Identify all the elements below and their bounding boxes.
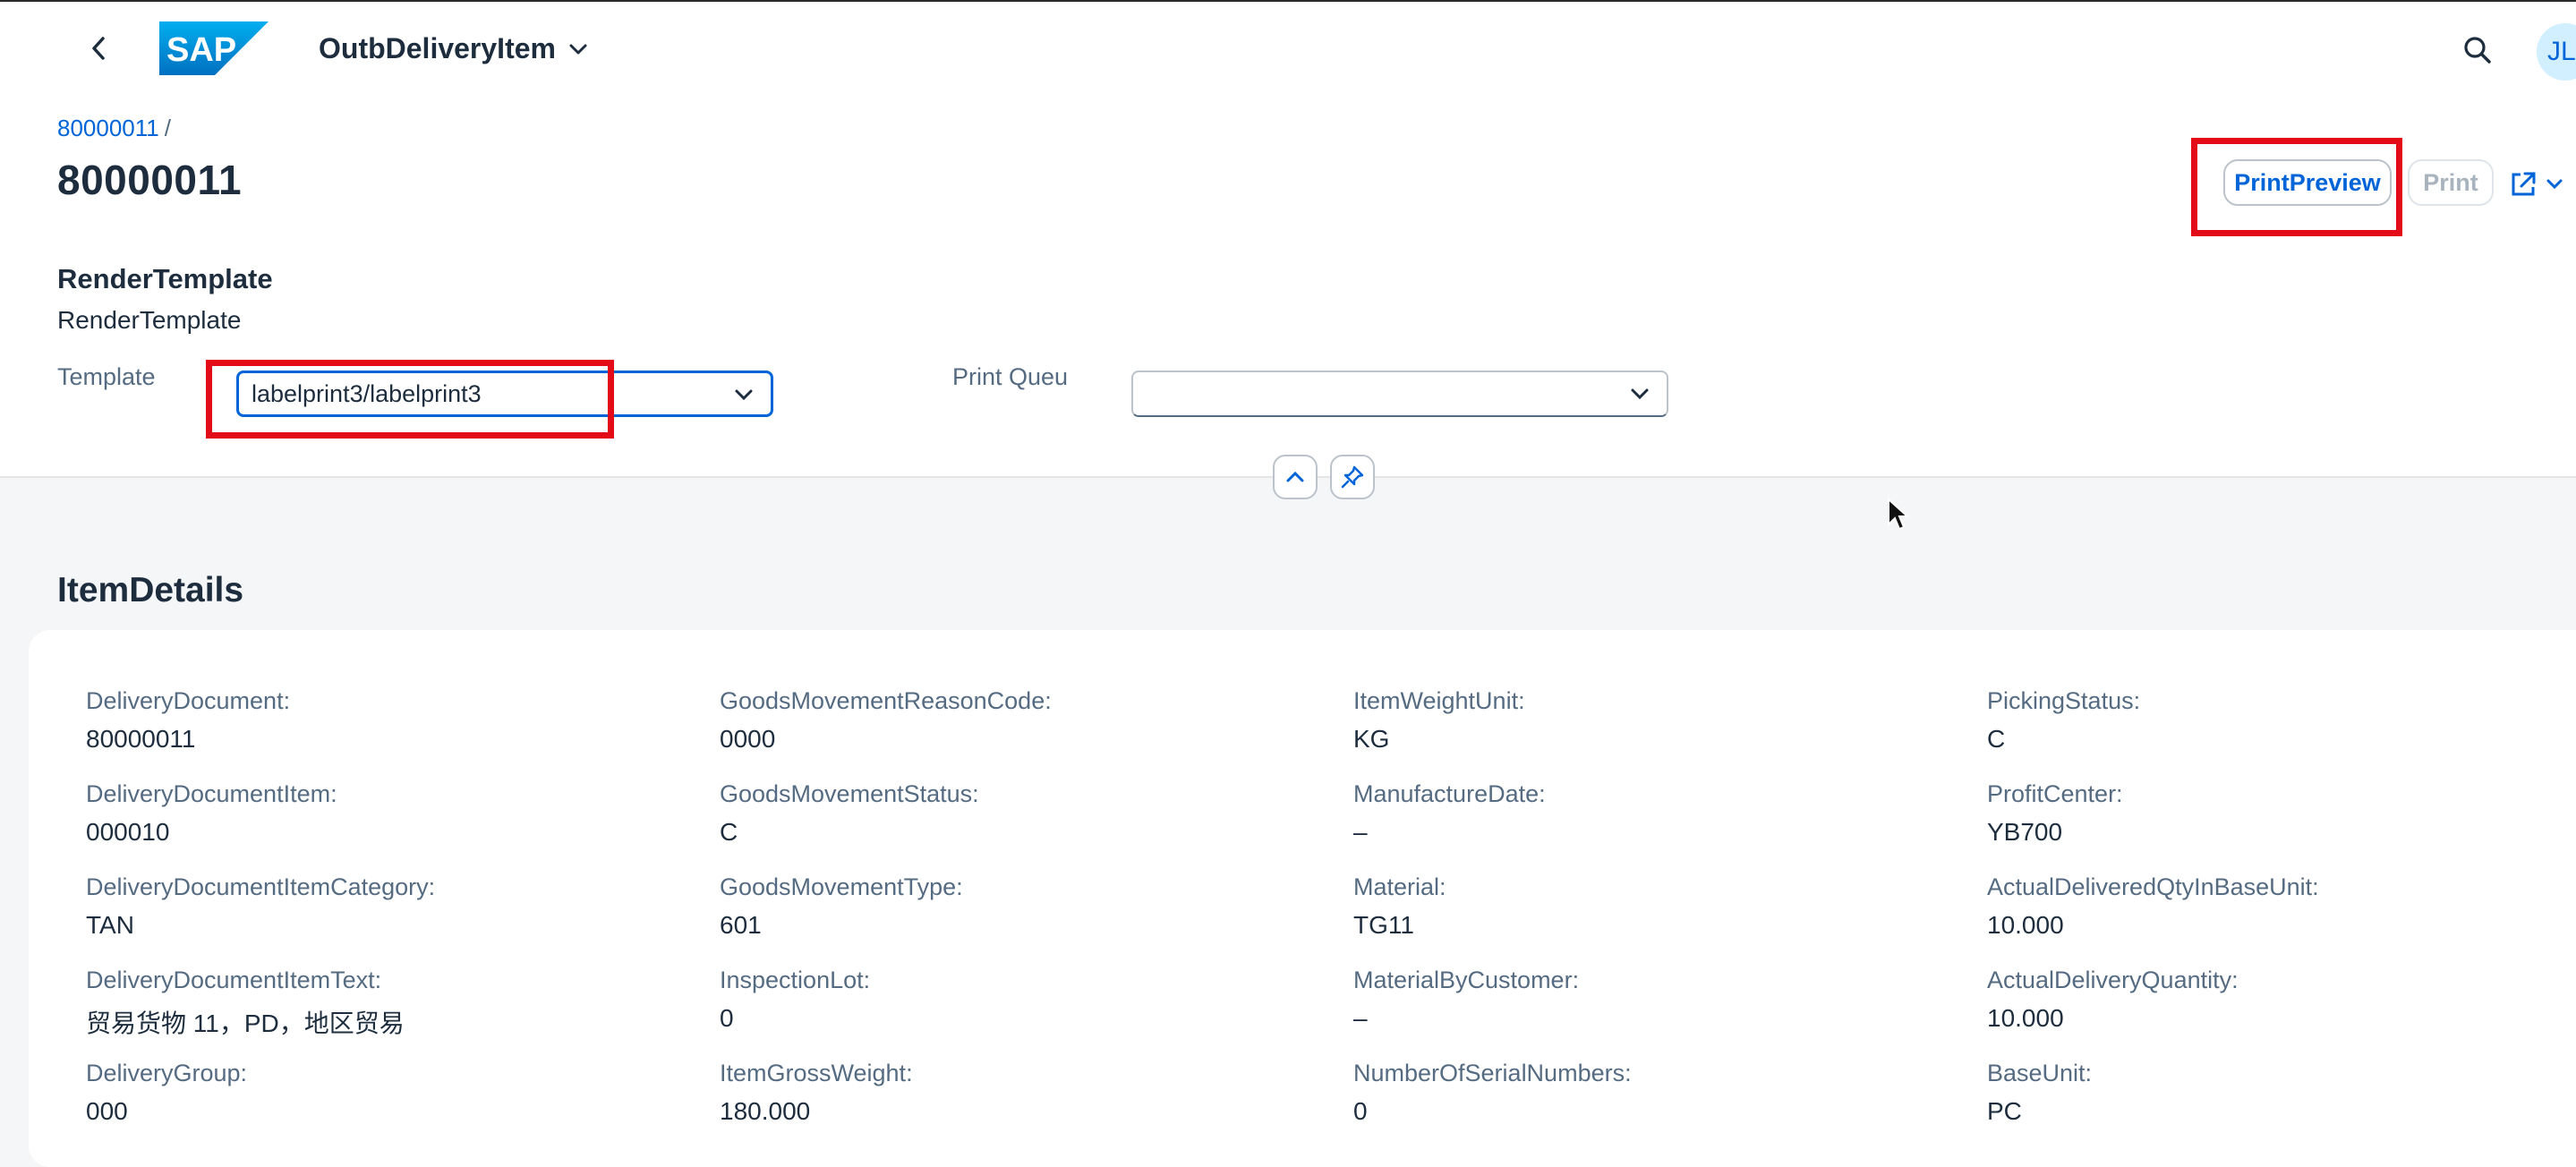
- field-value: C: [720, 818, 738, 846]
- field-value: 180.000: [720, 1097, 811, 1125]
- field-label: ProfitCenter:: [1987, 780, 2123, 807]
- app-title-menu[interactable]: OutbDeliveryItem: [319, 32, 588, 65]
- field-label: GoodsMovementStatus:: [720, 780, 979, 807]
- field-value: 0000: [720, 725, 776, 753]
- object-page-header: 80000011/ 80000011 PrintPreview Print Re…: [0, 97, 2576, 531]
- pin-header-button[interactable]: [1330, 455, 1375, 499]
- collapse-header-button[interactable]: [1273, 455, 1318, 499]
- field-value: TG11: [1353, 911, 1414, 939]
- breadcrumb: 80000011/: [57, 115, 171, 142]
- field-profit-center: ProfitCenter: YB700: [1987, 780, 2576, 847]
- print-button: Print: [2408, 159, 2494, 206]
- chevron-down-icon: [2546, 179, 2563, 190]
- field-label: DeliveryDocumentItemText:: [86, 967, 382, 993]
- field-value: TAN: [86, 911, 134, 939]
- field-manufacture-date: ManufactureDate: –: [1353, 780, 1944, 847]
- search-icon: [2464, 37, 2491, 64]
- chevron-down-icon: [1631, 388, 1649, 400]
- field-label: BaseUnit:: [1987, 1060, 2093, 1086]
- breadcrumb-separator: /: [164, 115, 171, 141]
- field-actual-delivered-qty-in-base-unit: ActualDeliveredQtyInBaseUnit: 10.000: [1987, 873, 2576, 940]
- user-avatar[interactable]: JL: [2537, 23, 2576, 81]
- render-template-subtitle: RenderTemplate: [57, 306, 242, 334]
- field-item-weight-unit: ItemWeightUnit: KG: [1353, 687, 1944, 754]
- template-highlight: [206, 360, 614, 439]
- field-label: NumberOfSerialNumbers:: [1353, 1060, 1632, 1086]
- field-label: GoodsMovementType:: [720, 873, 963, 900]
- field-label: MaterialByCustomer:: [1353, 967, 1580, 993]
- field-delivery-document-item: DeliveryDocumentItem: 000010: [86, 780, 677, 847]
- share-icon: [2512, 172, 2536, 196]
- field-value: 10.000: [1987, 911, 2064, 939]
- field-material-by-customer: MaterialByCustomer: –: [1353, 967, 1944, 1033]
- template-label: Template: [57, 363, 156, 390]
- field-goods-movement-type: GoodsMovementType: 601: [720, 873, 1310, 940]
- share-button[interactable]: [2508, 166, 2576, 202]
- render-template-title: RenderTemplate: [57, 263, 273, 294]
- field-base-unit: BaseUnit: PC: [1987, 1060, 2576, 1126]
- field-value: 000010: [86, 818, 170, 846]
- field-goods-movement-reason-code: GoodsMovementReasonCode: 0000: [720, 687, 1310, 754]
- chevron-left-icon: [92, 37, 105, 60]
- field-value: 80000011: [86, 725, 196, 753]
- field-value: 10.000: [1987, 1004, 2064, 1032]
- field-label: ItemWeightUnit:: [1353, 687, 1525, 714]
- field-label: DeliveryDocument:: [86, 687, 291, 714]
- search-button[interactable]: [2460, 32, 2495, 68]
- page-title: 80000011: [57, 157, 243, 203]
- sap-logo[interactable]: SAP: [159, 21, 269, 75]
- breadcrumb-link[interactable]: 80000011: [57, 115, 159, 141]
- field-label: Material:: [1353, 873, 1446, 900]
- field-label: DeliveryDocumentItem:: [86, 780, 337, 807]
- field-label: ManufactureDate:: [1353, 780, 1546, 807]
- avatar-initials: JL: [2547, 37, 2576, 66]
- field-label: ActualDeliveryQuantity:: [1987, 967, 2239, 993]
- field-delivery-document: DeliveryDocument: 80000011: [86, 687, 677, 754]
- field-value: YB700: [1987, 818, 2063, 846]
- field-value: 601: [720, 911, 762, 939]
- field-label: ActualDeliveredQtyInBaseUnit:: [1987, 873, 2319, 900]
- chevron-down-icon: [735, 389, 753, 401]
- shell-bar: SAP OutbDeliveryItem JL: [0, 2, 2576, 97]
- print-queue-select[interactable]: [1131, 371, 1668, 417]
- field-label: ItemGrossWeight:: [720, 1060, 913, 1086]
- field-actual-delivery-quantity: ActualDeliveryQuantity: 10.000: [1987, 967, 2576, 1033]
- field-label: PickingStatus:: [1987, 687, 2141, 714]
- print-queue-label: Print Queu: [952, 363, 1069, 390]
- item-details-title: ItemDetails: [57, 571, 244, 609]
- field-value: –: [1353, 1004, 1368, 1032]
- field-value: 0: [720, 1004, 734, 1032]
- field-delivery-document-item-category: DeliveryDocumentItemCategory: TAN: [86, 873, 677, 940]
- print-preview-highlight: [2191, 138, 2402, 236]
- field-delivery-document-item-text: DeliveryDocumentItemText: 贸易货物 11，PD，地区贸易: [86, 967, 677, 1040]
- field-item-gross-weight: ItemGrossWeight: 180.000: [720, 1060, 1310, 1126]
- pin-icon: [1341, 465, 1364, 489]
- field-goods-movement-status: GoodsMovementStatus: C: [720, 780, 1310, 847]
- back-button[interactable]: [79, 29, 118, 68]
- field-label: DeliveryDocumentItemCategory:: [86, 873, 436, 900]
- svg-text:SAP: SAP: [166, 31, 236, 69]
- field-value: PC: [1987, 1097, 2022, 1125]
- chevron-down-icon: [569, 44, 587, 54]
- field-label: GoodsMovementReasonCode:: [720, 687, 1052, 714]
- field-picking-status: PickingStatus: C: [1987, 687, 2576, 754]
- app-title: OutbDeliveryItem: [319, 32, 556, 64]
- field-number-of-serial-numbers: NumberOfSerialNumbers: 0: [1353, 1060, 1944, 1126]
- field-value: 贸易货物 11，PD，地区贸易: [86, 1009, 405, 1037]
- field-label: DeliveryGroup:: [86, 1060, 248, 1086]
- field-value: C: [1987, 725, 2006, 753]
- field-value: 0: [1353, 1097, 1368, 1125]
- field-value: –: [1353, 818, 1368, 846]
- field-value: KG: [1353, 725, 1390, 753]
- field-inspection-lot: InspectionLot: 0: [720, 967, 1310, 1033]
- mouse-cursor-icon: [1888, 498, 1910, 531]
- field-value: 000: [86, 1097, 128, 1125]
- field-label: InspectionLot:: [720, 967, 871, 993]
- field-material: Material: TG11: [1353, 873, 1944, 940]
- chevron-up-icon: [1286, 471, 1304, 482]
- item-details-card: DeliveryDocument: 80000011 DeliveryDocume…: [29, 630, 2576, 1167]
- field-delivery-group: DeliveryGroup: 000: [86, 1060, 677, 1126]
